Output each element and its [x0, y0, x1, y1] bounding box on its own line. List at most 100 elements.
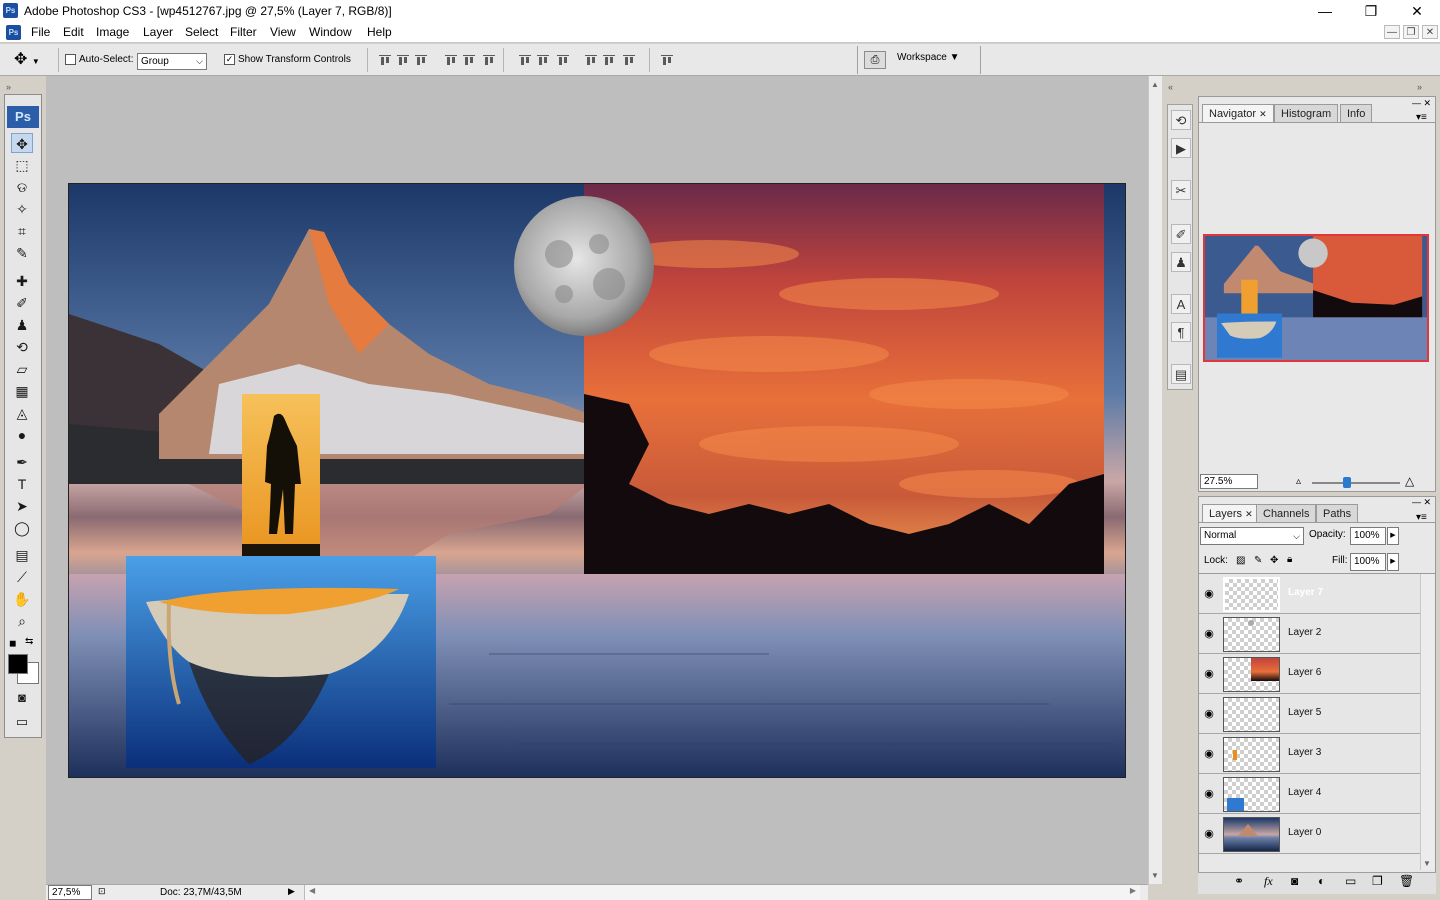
zoom-slider-track[interactable]: [1312, 482, 1400, 484]
tab-paths[interactable]: Paths: [1316, 504, 1359, 522]
brush-tool-icon[interactable]: ✐: [11, 293, 33, 313]
tab-channels[interactable]: Channels: [1256, 504, 1317, 522]
layer-row-layer-2[interactable]: ◉ Layer 2: [1199, 614, 1420, 654]
horizontal-scrollbar[interactable]: ◀ ▶: [304, 885, 1140, 900]
slice-tool-icon[interactable]: ✎: [11, 243, 33, 263]
scroll-down-icon[interactable]: ▼: [1423, 859, 1431, 868]
zoom-tool-icon[interactable]: ⌕: [11, 611, 33, 631]
menu-select[interactable]: Select: [185, 25, 218, 39]
panel-minimize-icon[interactable]: — ✕: [1412, 98, 1431, 109]
menu-image[interactable]: Image: [96, 25, 129, 39]
eye-icon[interactable]: ◉: [1201, 666, 1217, 682]
layer-row-layer-0[interactable]: ◉ Layer 0: [1199, 814, 1420, 854]
paragraph-icon[interactable]: ¶: [1171, 322, 1191, 342]
gradient-tool-icon[interactable]: ▦: [11, 381, 33, 401]
menu-window[interactable]: Window: [309, 25, 352, 39]
fill-arrow-icon[interactable]: ▶: [1387, 553, 1399, 571]
eye-icon[interactable]: ◉: [1201, 746, 1217, 762]
tab-info[interactable]: Info: [1340, 104, 1373, 122]
navigator-preview[interactable]: [1203, 234, 1429, 362]
swap-colors-icon[interactable]: ⇆: [25, 636, 33, 647]
foreground-color-swatch[interactable]: [8, 654, 28, 674]
screen-mode-icon[interactable]: ▭: [11, 712, 33, 732]
align-left-icon[interactable]: [444, 53, 458, 67]
vertical-scrollbar[interactable]: ▲ ▼: [1148, 76, 1162, 884]
show-transform-checkbox[interactable]: ✓: [224, 54, 235, 65]
workspace-menu[interactable]: Workspace ▼: [897, 52, 960, 63]
history-brush-tool-icon[interactable]: ⟲: [11, 337, 33, 357]
layer-row-layer-7[interactable]: ◉ Layer 7: [1199, 574, 1420, 614]
doc-restore-button[interactable]: ❐: [1403, 25, 1419, 39]
distribute-hcenter-icon[interactable]: [602, 53, 616, 67]
eye-icon[interactable]: ◉: [1201, 706, 1217, 722]
distribute-vcenter-icon[interactable]: [536, 53, 550, 67]
document-icon[interactable]: Ps: [6, 25, 21, 40]
tab-histogram[interactable]: Histogram: [1274, 104, 1339, 122]
navigator-zoom-field[interactable]: 27.5%: [1200, 474, 1258, 489]
eraser-tool-icon[interactable]: ▱: [11, 359, 33, 379]
tab-layers[interactable]: Layers ✕: [1202, 504, 1260, 522]
zoom-level-field[interactable]: 27,5%: [48, 885, 92, 900]
blur-tool-icon[interactable]: ◬: [11, 403, 33, 423]
lock-all-icon[interactable]: 🔒︎: [1287, 554, 1292, 565]
doc-minimize-button[interactable]: —: [1384, 25, 1400, 39]
brushes-icon[interactable]: ✐: [1171, 224, 1191, 244]
layer-row-layer-6[interactable]: ◉ Layer 6: [1199, 654, 1420, 694]
path-selection-tool-icon[interactable]: ➤: [11, 496, 33, 516]
align-bottom-icon[interactable]: [414, 53, 428, 67]
close-window-button[interactable]: ✕: [1394, 0, 1440, 22]
menu-file[interactable]: File: [31, 25, 50, 39]
document-canvas[interactable]: [68, 183, 1126, 778]
layer-comps-icon[interactable]: ▤: [1171, 364, 1191, 384]
distribute-top-icon[interactable]: [518, 53, 532, 67]
lock-pixels-icon[interactable]: ✎: [1254, 555, 1262, 566]
tab-navigator[interactable]: Navigator ✕: [1202, 104, 1274, 122]
zoom-out-icon[interactable]: ▵: [1296, 476, 1301, 487]
file-browser-icon[interactable]: ⎙: [864, 51, 886, 69]
distribute-bottom-icon[interactable]: [556, 53, 570, 67]
minimize-button[interactable]: —: [1302, 0, 1348, 22]
opacity-arrow-icon[interactable]: ▶: [1387, 527, 1399, 545]
close-icon[interactable]: ✕: [1245, 509, 1253, 519]
menu-help[interactable]: Help: [367, 25, 392, 39]
link-icon[interactable]: ⚭: [1234, 874, 1244, 888]
magic-wand-tool-icon[interactable]: ✧: [11, 199, 33, 219]
opacity-field[interactable]: 100%: [1350, 527, 1386, 545]
clone-source-icon[interactable]: ♟: [1171, 252, 1191, 272]
restore-button[interactable]: ❐: [1348, 0, 1394, 22]
default-colors-icon[interactable]: ◼: [9, 638, 16, 649]
move-tool-preset-icon[interactable]: ✥ ▼: [14, 50, 52, 70]
lock-position-icon[interactable]: ✥: [1270, 555, 1278, 566]
new-layer-icon[interactable]: ❐: [1372, 874, 1383, 888]
distribute-right-icon[interactable]: [622, 53, 636, 67]
scroll-left-icon[interactable]: ◀: [309, 886, 315, 895]
scroll-right-icon[interactable]: ▶: [1130, 886, 1136, 895]
fx-icon[interactable]: fx: [1264, 874, 1273, 889]
auto-select-group-dropdown[interactable]: Group ⌵: [137, 53, 207, 70]
collapse-icon[interactable]: «: [1168, 82, 1173, 92]
scroll-down-icon[interactable]: ▼: [1151, 871, 1159, 880]
folder-icon[interactable]: ▭: [1345, 874, 1356, 888]
mask-icon[interactable]: ◙: [1291, 874, 1298, 888]
expand-icon[interactable]: »: [1417, 82, 1422, 92]
zoom-in-icon[interactable]: △: [1405, 474, 1414, 488]
pen-tool-icon[interactable]: ✒: [11, 452, 33, 472]
blend-mode-dropdown[interactable]: Normal ⌵: [1200, 527, 1304, 545]
hand-tool-icon[interactable]: ✋: [11, 589, 33, 609]
align-right-icon[interactable]: [482, 53, 496, 67]
tool-presets-icon[interactable]: ✂: [1171, 180, 1191, 200]
ellipse-tool-icon[interactable]: ◯: [11, 518, 33, 538]
status-menu-arrow-icon[interactable]: ▶: [288, 886, 295, 897]
lasso-tool-icon[interactable]: ଡ: [11, 177, 33, 197]
lock-transparency-icon[interactable]: ▨: [1236, 555, 1245, 566]
eye-icon[interactable]: ◉: [1201, 626, 1217, 642]
distribute-left-icon[interactable]: [584, 53, 598, 67]
scroll-up-icon[interactable]: ▲: [1151, 80, 1159, 89]
eyedropper-tool-icon[interactable]: ⟋: [11, 567, 33, 587]
trash-icon[interactable]: 🗑︎: [1399, 874, 1414, 888]
type-tool-icon[interactable]: T: [11, 474, 33, 494]
layers-scrollbar[interactable]: ▼: [1420, 574, 1434, 870]
layer-row-layer-4[interactable]: ◉ Layer 4: [1199, 774, 1420, 814]
notes-tool-icon[interactable]: ▤: [11, 545, 33, 565]
actions-icon[interactable]: ▶: [1171, 138, 1191, 158]
